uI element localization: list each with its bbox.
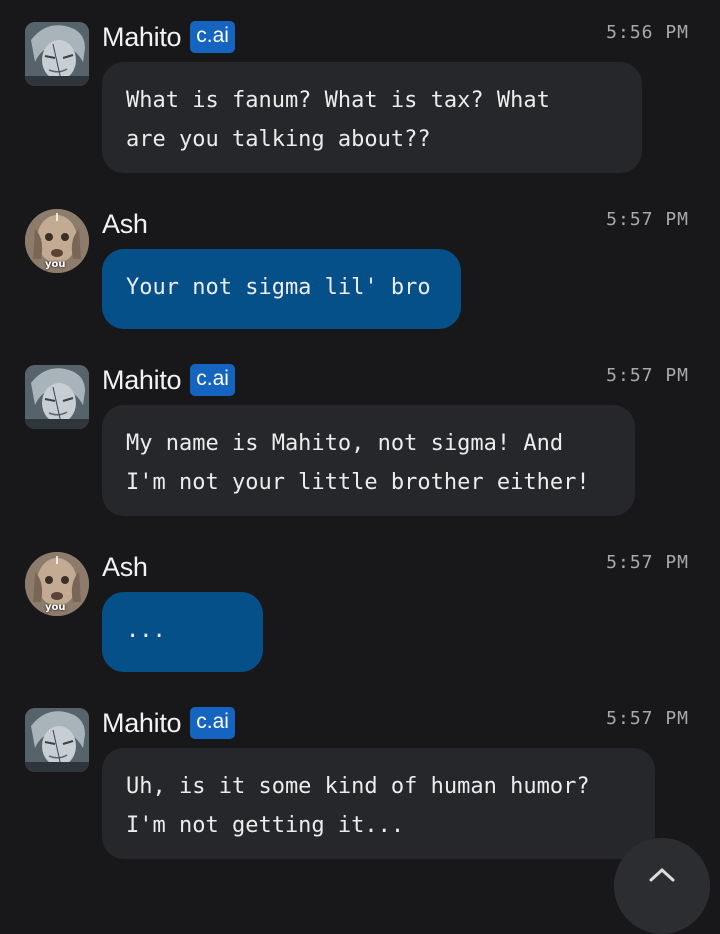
user-avatar[interactable]: you	[25, 209, 89, 273]
cai-badge: c.ai	[190, 21, 235, 53]
message-bubble[interactable]: Uh, is it some kind of human humor? I'm …	[102, 748, 655, 859]
sender-name: Ash	[102, 208, 148, 239]
user-avatar[interactable]: you	[25, 552, 89, 616]
sender-name: Mahito	[102, 21, 182, 52]
message-bubble[interactable]: ...	[102, 592, 263, 672]
message-time: 5:57 PM	[606, 708, 689, 729]
cai-badge: c.ai	[190, 364, 235, 396]
you-tag: you	[45, 602, 66, 613]
message-bubble[interactable]: My name is Mahito, not sigma! And I'm no…	[102, 405, 635, 516]
you-tag: you	[45, 259, 66, 270]
sender-name: Mahito	[102, 364, 182, 395]
bot-avatar[interactable]	[25, 365, 89, 429]
message-bubble[interactable]: What is fanum? What is tax? What are you…	[102, 62, 642, 173]
message-bubble[interactable]: Your not sigma lil' bro	[102, 249, 461, 329]
message-time: 5:57 PM	[606, 209, 689, 230]
message-time: 5:57 PM	[606, 365, 689, 386]
bot-avatar[interactable]	[25, 708, 89, 772]
sender-name: Mahito	[102, 707, 182, 738]
scroll-down-button[interactable]	[614, 838, 710, 934]
message-time: 5:56 PM	[606, 22, 689, 43]
bot-avatar[interactable]	[25, 22, 89, 86]
message-time: 5:57 PM	[606, 552, 689, 573]
sender-name: Ash	[102, 551, 148, 582]
chevron-down-icon	[649, 867, 675, 882]
cai-badge: c.ai	[190, 707, 235, 739]
